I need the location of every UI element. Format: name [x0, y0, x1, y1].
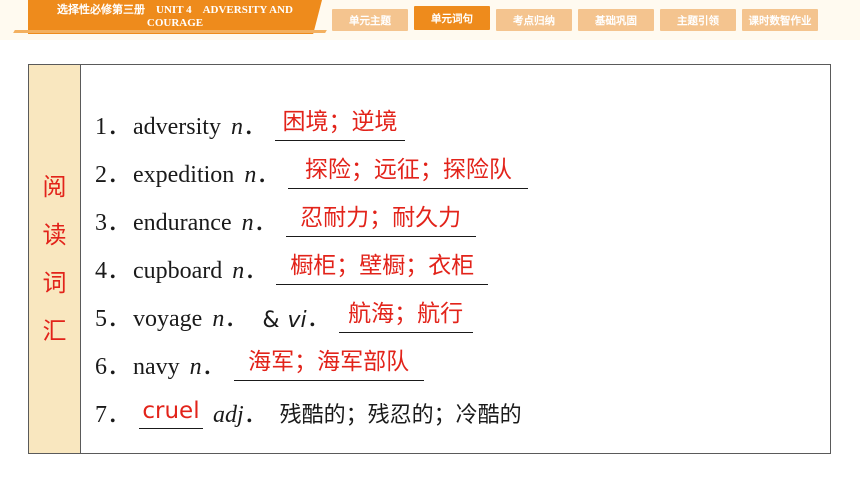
section-label-char: 词 [42, 269, 67, 297]
period: ． [224, 306, 249, 332]
vocab-word: cupboard [133, 258, 223, 284]
tab-bar: 单元主题 单元词句 考点归纳 基础巩固 主题引领 课时数智作业 [332, 6, 818, 31]
answer-text: 困境；逆境 [282, 109, 398, 135]
header: 选择性必修第三册 UNIT 4 ADVERSITY AND COURAGE 单元… [0, 0, 860, 40]
tab-basic-consolidation[interactable]: 基础巩固 [578, 9, 654, 31]
part-of-speech: n [241, 210, 254, 236]
item-number: 6． [95, 354, 131, 380]
vocab-item: 4． cupboard n ． 橱柜；壁橱；衣柜 [95, 243, 815, 291]
answer-blank: 忍耐力；耐久力 [285, 205, 476, 237]
vocab-word: adversity [133, 114, 221, 140]
vocab-item: 6． navy n ． 海军；海军部队 [95, 339, 815, 387]
answer-text: 探险；远征；探险队 [304, 157, 512, 183]
part-of-speech: n [212, 306, 225, 332]
period: ． [306, 306, 331, 332]
vocab-word: endurance [133, 210, 232, 236]
period: ． [201, 354, 226, 380]
vocab-word: navy [133, 354, 180, 380]
part-of-speech: n [244, 162, 257, 188]
vocab-item: 2． expedition n ． 探险；远征；探险队 [95, 147, 815, 195]
answer-text: 航海；航行 [348, 301, 464, 327]
tab-unit-words[interactable]: 单元词句 [414, 6, 490, 30]
tab-homework[interactable]: 课时数智作业 [742, 9, 818, 31]
answer-text: 海军；海军部队 [248, 349, 410, 375]
section-label-char: 读 [42, 221, 67, 249]
section-label-char: 汇 [42, 317, 67, 345]
vocab-word: expedition [133, 162, 235, 188]
tab-unit-theme[interactable]: 单元主题 [332, 9, 408, 31]
vocab-item: 5． voyage n ． & vi ． 航海；航行 [95, 291, 815, 339]
meaning-text: 残酷的；残忍的；冷酷的 [279, 403, 522, 428]
vocab-item: 7． cruel adj ． 残酷的；残忍的；冷酷的 [95, 387, 815, 435]
period: ． [243, 402, 268, 428]
answer-blank: 海军；海军部队 [233, 349, 424, 381]
section-label-char: 阅 [42, 173, 67, 201]
answer-blank: 探险；远征；探险队 [288, 157, 529, 189]
banner-stripe [13, 30, 327, 33]
ampersand: & [262, 308, 280, 333]
period: ． [244, 258, 269, 284]
answer-text: 橱柜；壁橱；衣柜 [290, 253, 475, 279]
period: ． [253, 210, 278, 236]
answer-blank: 橱柜；壁橱；衣柜 [276, 253, 489, 285]
vocab-panel: 阅 读 词 汇 1． adversity n ． 困境；逆境 2． expedit… [28, 64, 831, 454]
answer-blank: 困境；逆境 [274, 109, 405, 141]
item-number: 1． [95, 114, 131, 140]
page-title: 选择性必修第三册 UNIT 4 ADVERSITY AND COURAGE [57, 4, 293, 29]
part-of-speech: n [232, 258, 245, 284]
tab-theme-guide[interactable]: 主题引领 [660, 9, 736, 31]
item-number: 3． [95, 210, 131, 236]
vocab-word: voyage [133, 306, 203, 332]
item-number: 4． [95, 258, 131, 284]
answer-text: cruel [142, 398, 200, 424]
part-of-speech: adj [213, 402, 244, 428]
tab-key-points[interactable]: 考点归纳 [496, 9, 572, 31]
title-banner: 选择性必修第三册 UNIT 4 ADVERSITY AND COURAGE [28, 0, 322, 34]
answer-blank: cruel [139, 398, 203, 429]
part-of-speech: n [189, 354, 202, 380]
part-of-speech: n [230, 114, 243, 140]
period: ． [242, 114, 267, 140]
item-number: 2． [95, 162, 131, 188]
answer-blank: 航海；航行 [338, 301, 473, 333]
vocab-item: 3． endurance n ． 忍耐力；耐久力 [95, 195, 815, 243]
item-number: 7． [95, 402, 131, 428]
item-number: 5． [95, 306, 131, 332]
vocab-item: 1． adversity n ． 困境；逆境 [95, 99, 815, 147]
answer-text: 忍耐力；耐久力 [300, 205, 462, 231]
period: ． [256, 162, 281, 188]
part-of-speech-2: vi [287, 308, 307, 333]
section-label: 阅 读 词 汇 [29, 65, 81, 453]
vocab-list: 1． adversity n ． 困境；逆境 2． expedition n ． 探… [95, 99, 815, 435]
